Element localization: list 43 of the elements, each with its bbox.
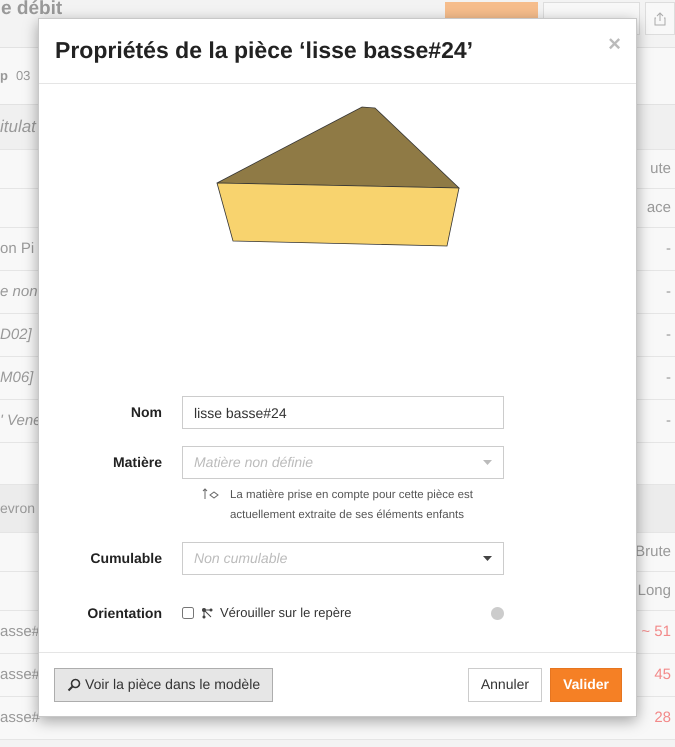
table-cell-text: D02]	[0, 324, 32, 345]
material-inherit-icon	[202, 487, 220, 501]
lock-checkbox[interactable]	[182, 607, 194, 619]
view-in-model-button[interactable]: Voir la pièce dans le modèle	[54, 668, 274, 702]
hint-text: La matière prise en compte pour cette pièce est actuellement extraite de ses éléments enfants	[230, 488, 474, 523]
section-title: itulat	[0, 116, 36, 138]
table-cell-text: M06]	[0, 368, 34, 388]
close-button[interactable]: ×	[608, 33, 621, 55]
validate-button[interactable]: Valider	[550, 668, 622, 702]
section-title: evron	[0, 499, 36, 518]
table-cell-text: asse#	[0, 622, 40, 642]
field-label: Nom	[130, 403, 163, 422]
header-text: 03	[16, 67, 30, 86]
column-header: Brute	[635, 542, 672, 562]
table-cell-text: on Pi	[0, 238, 34, 259]
cumulable-select[interactable]: Non cumulable	[182, 542, 504, 575]
name-field[interactable]: lisse basse#24	[182, 396, 504, 429]
cancel-button[interactable]: Annuler	[468, 668, 542, 702]
help-icon[interactable]	[491, 606, 504, 620]
dialog-title: Propriétés de la pièce ‘lisse basse#24’	[55, 37, 474, 65]
search-icon	[67, 678, 81, 692]
table-cell-text: -	[666, 324, 672, 345]
table-cell-text: -	[666, 238, 672, 259]
header-text: p	[0, 67, 8, 86]
table-cell-text: 28	[654, 708, 672, 728]
table-cell-text: ~ 51	[641, 622, 672, 642]
table-cell-text: e non	[0, 282, 38, 302]
share-icon[interactable]	[645, 2, 675, 35]
table-cell-text: -	[666, 410, 672, 431]
table-cell-text: asse#	[0, 708, 40, 728]
column-header: ute	[650, 158, 672, 179]
checkbox-label: Vérouiller sur le repère	[220, 604, 352, 622]
axes-icon	[200, 607, 214, 619]
table-cell-text: asse#	[0, 664, 40, 685]
table-cell-text: -	[666, 282, 672, 302]
field-label: Orientation	[86, 604, 163, 623]
column-header: ace	[646, 198, 672, 218]
table-cell-text: 45	[654, 664, 672, 685]
table-cell-text: -	[666, 368, 672, 388]
field-label: Matière	[112, 453, 163, 472]
column-header: Long	[638, 580, 672, 601]
field-label: Cumulable	[89, 549, 163, 568]
page-title: e débit	[1, 0, 62, 17]
